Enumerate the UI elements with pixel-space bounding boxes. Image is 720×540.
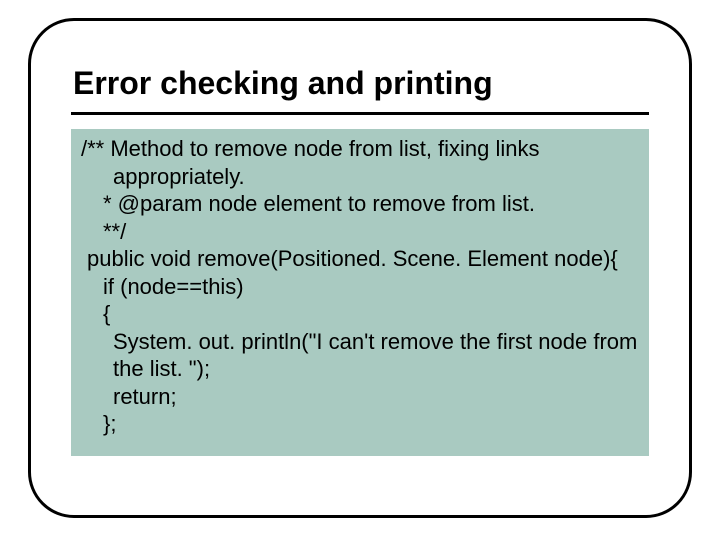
title-underline (71, 112, 649, 115)
code-line: System. out. println("I can't remove the… (81, 328, 639, 383)
slide-title: Error checking and printing (71, 65, 649, 106)
code-block: /** Method to remove node from list, fix… (71, 129, 649, 456)
code-line: * @param node element to remove from lis… (81, 190, 639, 218)
code-line: if (node==this) (103, 273, 639, 301)
code-line: /** Method to remove node from list, fix… (81, 135, 639, 190)
slide-frame: Error checking and printing /** Method t… (28, 18, 692, 518)
code-line: public void remove(Positioned. Scene. El… (87, 245, 639, 273)
code-line: { (103, 300, 639, 328)
code-line: }; (103, 410, 639, 438)
slide: Error checking and printing /** Method t… (0, 0, 720, 540)
code-line: return; (113, 383, 639, 411)
code-line: **/ (103, 218, 639, 246)
